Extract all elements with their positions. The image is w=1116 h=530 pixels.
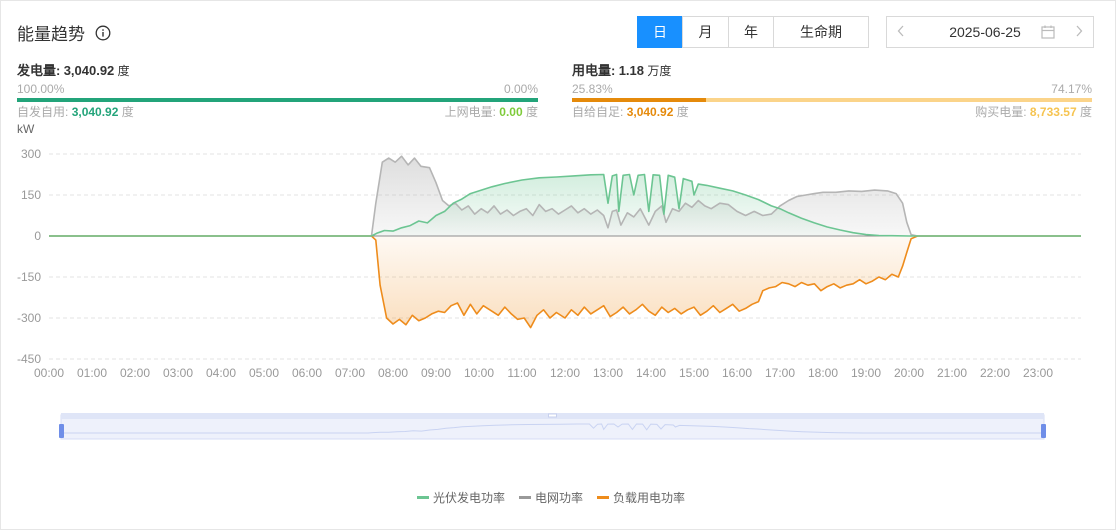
- zoom-handle-left: [59, 424, 64, 438]
- zoom-handle-right: [1041, 424, 1046, 438]
- legend-swatch-grid: [519, 496, 532, 499]
- page-title: 能量趋势: [17, 25, 85, 44]
- tab-month[interactable]: 月: [682, 16, 729, 48]
- self-use-label: 自发自用:: [17, 105, 69, 119]
- x-tick-label: 01:00: [77, 366, 107, 380]
- legend-item-grid[interactable]: 电网功率: [519, 489, 583, 506]
- x-tick-label: 19:00: [851, 366, 881, 380]
- grid-feed-value: 0.00: [499, 105, 523, 119]
- series-area-2: [49, 236, 1081, 328]
- zoom-top-grip: [548, 413, 557, 418]
- generation-summary: 发电量: 3,040.92 度: [17, 60, 130, 79]
- self-use-unit: 度: [121, 105, 134, 119]
- self-use-stat: 自发自用: 3,040.92 度: [17, 103, 134, 120]
- title-row: 能量趋势: [17, 20, 111, 45]
- x-tick-label: 22:00: [980, 366, 1010, 380]
- y-tick-label: 0: [34, 229, 41, 243]
- y-tick-label: -150: [17, 270, 41, 284]
- grid-feed-unit: 度: [525, 105, 538, 119]
- purchase-stat: 购买电量: 8,733.57 度: [950, 103, 1092, 120]
- consumption-summary: 用电量: 1.18 万度: [572, 60, 671, 79]
- consumption-left-pct: 25.83%: [572, 82, 613, 96]
- x-tick-label: 18:00: [808, 366, 838, 380]
- x-tick-label: 05:00: [249, 366, 279, 380]
- consumption-unit: 万度: [647, 64, 672, 78]
- x-tick-label: 13:00: [593, 366, 623, 380]
- y-tick-label: -300: [17, 311, 41, 325]
- x-tick-label: 03:00: [163, 366, 193, 380]
- grid-feed-stat: 上网电量: 0.00 度: [420, 103, 538, 120]
- x-tick-label: 10:00: [464, 366, 494, 380]
- purchase-unit: 度: [1079, 105, 1092, 119]
- x-tick-label: 07:00: [335, 366, 365, 380]
- x-tick-label: 15:00: [679, 366, 709, 380]
- generation-value: 3,040.92: [63, 63, 115, 78]
- x-tick-label: 20:00: [894, 366, 924, 380]
- calendar-icon[interactable]: [1037, 25, 1059, 39]
- self-use-value: 3,040.92: [71, 105, 119, 119]
- x-tick-label: 09:00: [421, 366, 451, 380]
- tab-day[interactable]: 日: [637, 16, 683, 48]
- tab-year[interactable]: 年: [728, 16, 774, 48]
- chevron-right-icon: [1076, 25, 1083, 37]
- legend-label-load: 负载用电功率: [613, 491, 686, 505]
- x-tick-label: 00:00: [34, 366, 64, 380]
- series-areas: [49, 156, 1081, 328]
- legend-item-load[interactable]: 负载用电功率: [597, 489, 685, 506]
- x-tick-label: 06:00: [292, 366, 322, 380]
- x-tick-label: 08:00: [378, 366, 408, 380]
- x-tick-label: 23:00: [1023, 366, 1053, 380]
- info-icon[interactable]: [95, 25, 111, 41]
- legend-label-grid: 电网功率: [535, 491, 584, 505]
- consumption-bar-fill: [572, 98, 707, 102]
- self-supply-label: 自给自足:: [572, 105, 624, 119]
- consumption-label: 用电量:: [572, 63, 616, 78]
- generation-unit: 度: [117, 64, 130, 78]
- consumption-value: 1.18: [618, 63, 644, 78]
- generation-bar-fill: [17, 98, 538, 102]
- x-tick-label: 02:00: [120, 366, 150, 380]
- purchase-label: 购买电量:: [975, 105, 1027, 119]
- x-tick-label: 14:00: [636, 366, 666, 380]
- period-tabs: 日 月 年 生命期: [637, 16, 869, 48]
- y-tick-label: -450: [17, 352, 41, 366]
- self-supply-unit: 度: [676, 105, 689, 119]
- grid-feed-label: 上网电量:: [444, 105, 496, 119]
- y-axis-ticks: 300 150 0 -150 -300 -450: [17, 147, 41, 366]
- generation-right-pct: 0.00%: [503, 82, 538, 96]
- x-axis-ticks: 00:00 01:00 02:00 03:00 04:00 05:00 06:00 07:00…: [34, 366, 1053, 380]
- tab-lifetime[interactable]: 生命期: [773, 16, 869, 48]
- y-tick-label: 300: [21, 147, 41, 161]
- x-tick-label: 04:00: [206, 366, 236, 380]
- x-tick-label: 11:00: [507, 366, 536, 380]
- y-tick-label: 150: [21, 188, 41, 202]
- self-supply-value: 3,040.92: [626, 105, 674, 119]
- consumption-right-pct: 74.17%: [1051, 82, 1092, 96]
- date-picker: 2025-06-25: [886, 16, 1094, 48]
- legend-swatch-pv: [417, 496, 429, 499]
- legend: 光伏发电功率 电网功率 负载用电功率: [417, 489, 699, 506]
- legend-label-pv: 光伏发电功率: [433, 491, 506, 505]
- generation-label: 发电量:: [17, 63, 61, 78]
- prev-date-button[interactable]: [887, 24, 915, 40]
- date-value[interactable]: 2025-06-25: [915, 24, 1037, 40]
- x-tick-label: 16:00: [722, 366, 752, 380]
- x-tick-label: 21:00: [937, 366, 967, 380]
- zoom-slider[interactable]: [59, 413, 1046, 440]
- power-chart[interactable]: 300 150 0 -150 -300 -450 00:00 01:00 02:00 03:00…: [0, 130, 1116, 530]
- generation-left-pct: 100.00%: [17, 82, 65, 96]
- x-tick-label: 12:00: [550, 366, 580, 380]
- chevron-left-icon: [897, 25, 904, 37]
- next-date-button[interactable]: [1065, 24, 1093, 40]
- series-area-0: [49, 174, 1081, 236]
- legend-swatch-load: [597, 496, 610, 499]
- legend-item-pv[interactable]: 光伏发电功率: [417, 489, 505, 506]
- self-supply-stat: 自给自足: 3,040.92 度: [572, 103, 689, 120]
- purchase-value: 8,733.57: [1029, 105, 1077, 119]
- x-tick-label: 17:00: [765, 366, 795, 380]
